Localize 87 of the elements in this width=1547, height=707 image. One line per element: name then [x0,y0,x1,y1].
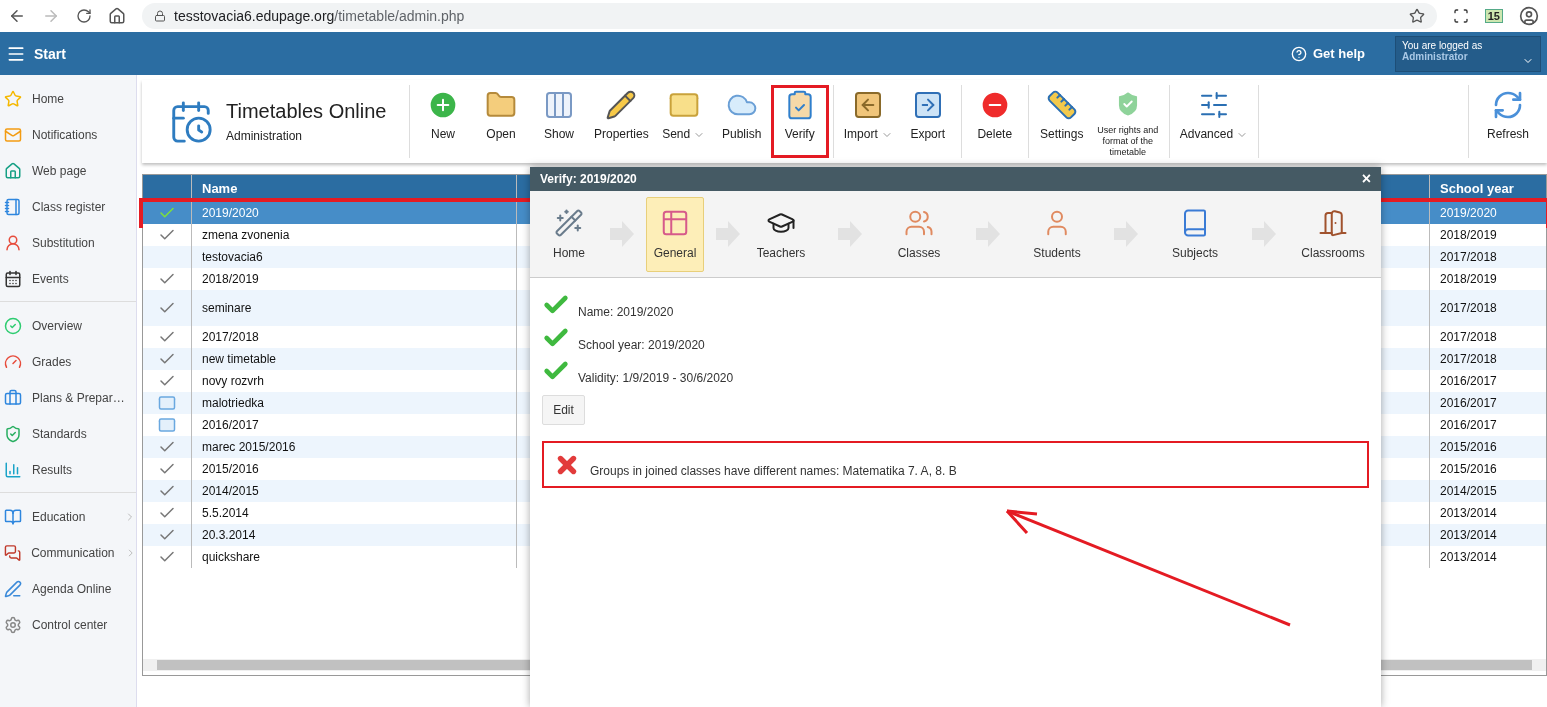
calendar-icon [4,270,22,288]
wand-icon [554,208,584,238]
table-cell: quickshare [191,546,516,568]
toolbar-button[interactable]: Properties [588,85,655,158]
address-bar[interactable]: tesstovacia6.edupage.org/timetable/admin.php [142,3,1437,29]
sidebar-item[interactable]: Results [0,452,136,488]
step-tab[interactable]: Subjects [1166,196,1224,272]
toolbar-button[interactable]: Verify [770,85,829,158]
user-menu[interactable]: You are logged as Administrator [1395,35,1541,72]
house-icon [4,162,22,180]
check-circle-icon [4,317,22,335]
toolbar-button[interactable]: Show [530,85,588,158]
sidebar-item[interactable]: Standards [0,416,136,452]
pen-icon [4,580,22,598]
back-icon[interactable] [8,7,26,25]
dialog-title: Verify: 2019/2020 [540,172,638,186]
sidebar-item[interactable]: Agenda Online [0,571,136,607]
door-icon [1318,208,1348,238]
sidebar-item[interactable]: Communication [0,535,136,571]
extension-badge[interactable]: 15 [1484,9,1503,23]
step-tab[interactable]: General [646,196,704,272]
person-icon [4,234,22,252]
sidebar-item[interactable]: Class register [0,189,136,225]
ruler-pencil-icon [1045,89,1078,121]
sidebar-item[interactable]: Grades [0,344,136,380]
lock-icon [154,10,166,22]
edit-button[interactable]: Edit [542,395,585,425]
step-tab[interactable]: Classes [890,196,948,272]
refresh-button[interactable]: Refresh [1473,85,1543,158]
home-icon[interactable] [108,7,126,25]
toolbar-button[interactable]: Open [472,85,530,158]
result-text: Validity: 1/9/2019 - 30/6/2020 [578,371,734,385]
gauge-icon [4,353,22,371]
toolbar-button[interactable]: Settings [1032,85,1091,158]
help-link[interactable]: Get help [1291,45,1365,62]
toolbar-button[interactable]: Advanced [1173,85,1255,158]
people-icon [904,208,934,238]
bar-chart-icon [4,461,22,479]
help-icon [1291,45,1307,62]
sidebar-item[interactable]: Web page [0,153,136,189]
result-text: Name: 2019/2020 [578,305,674,319]
grid-icon [660,208,690,238]
sidebar-item[interactable]: Control center [0,607,136,643]
toolbar-button[interactable]: Delete [965,85,1024,158]
shield-icon [4,425,22,443]
step-tab[interactable]: Students [1028,196,1086,272]
toolbar-button[interactable]: Send [654,85,713,158]
sidebar-item[interactable]: Events [0,261,136,297]
reload-icon[interactable] [76,8,92,24]
close-button[interactable]: × [1361,170,1371,188]
notebook-icon [4,198,22,216]
sidebar-item[interactable]: Plans & Prepar… [0,380,136,416]
plus-icon [427,89,459,121]
help-label: Get help [1313,46,1365,61]
user-name: Administrator [1402,50,1468,62]
login-caption: You are logged as [1402,39,1484,51]
toolbar-button[interactable]: New [414,85,472,158]
toolbar-button[interactable]: Publish [712,85,771,158]
profile-icon[interactable] [1519,6,1539,26]
chat-icon [4,544,22,562]
mail-icon [4,126,22,144]
toolbar-button[interactable]: Export [898,85,957,158]
sidebar-item[interactable]: Overview [0,308,136,344]
start-label[interactable]: Start [34,45,1283,62]
toolbar-button[interactable]: User rights and format of the timetable [1090,85,1165,158]
book-icon [4,508,22,526]
error-text: Groups in joined classes have different names: Matematika 7. A, 8. B [590,464,957,478]
toolbar-button[interactable]: Import [837,85,899,158]
screen-icon[interactable] [1452,8,1469,24]
sidebar-item[interactable]: Notifications [0,117,136,153]
refresh-icon [1492,89,1524,121]
briefcase-icon [4,389,22,407]
sidebar-item[interactable]: Education [0,499,136,535]
url-text: tesstovacia6.edupage.org/timetable/admin.php [174,8,465,24]
step-tab[interactable]: Teachers [752,196,810,272]
columns-icon [543,89,575,121]
app-title: Timetables Online [226,100,387,123]
app-subtitle: Administration [226,129,304,143]
star-icon [4,90,22,108]
step-tab[interactable]: Home [540,196,598,272]
table-cell: 2013/2014 [1429,546,1546,568]
sidebar-item[interactable]: Home [0,81,136,117]
pencil-icon [605,89,638,121]
bookmark-star-icon[interactable] [1408,8,1425,24]
result-text: School year: 2019/2020 [578,338,705,352]
settings-icon [4,616,22,634]
sidebar-item[interactable]: Substitution [0,225,136,261]
